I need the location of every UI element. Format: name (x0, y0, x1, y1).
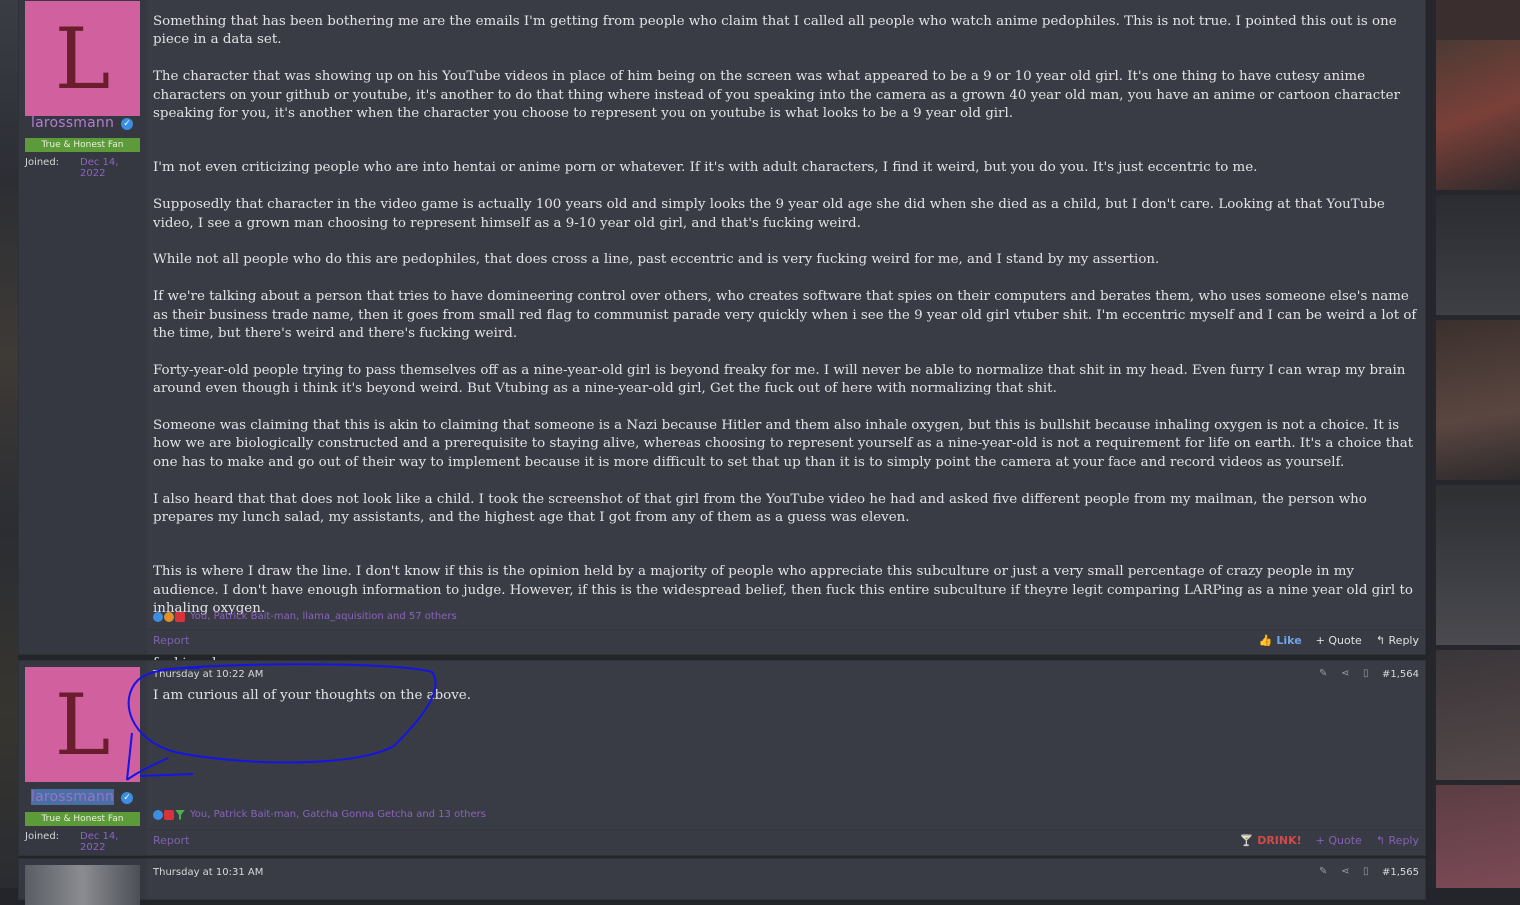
post-paragraph: The character that was showing up on his… (153, 69, 1400, 122)
post-paragraph: Something that has been bothering me are… (153, 14, 1397, 48)
username-link[interactable]: larossmann (31, 115, 114, 131)
drink-reaction-icon (175, 809, 185, 820)
background-right-strip (1428, 0, 1520, 888)
avatar-letter: L (54, 9, 111, 108)
joined-label: Joined: (25, 157, 60, 168)
post-number[interactable]: #1,564 (1382, 669, 1419, 680)
joined-date: Dec 14, 2022 (80, 831, 119, 853)
post-actions: 🍸 DRINK! + Quote ↰ Reply (1240, 834, 1419, 847)
verified-icon: ✓ (121, 792, 133, 804)
fire-reaction-icon (164, 611, 174, 622)
background-comic-panel (1436, 320, 1520, 480)
joined-label: Joined: (25, 831, 60, 842)
like-label: Like (1276, 634, 1302, 647)
red-reaction-icon (164, 809, 174, 820)
background-comic-panel (1436, 40, 1520, 190)
post-paragraph: While not all people who do this are ped… (153, 252, 1160, 268)
drink-button[interactable]: 🍸 DRINK! (1240, 834, 1302, 847)
reactions-summary[interactable]: You, Patrick Bait-man, Gatcha Gonna Getc… (153, 809, 486, 820)
reply-label: Reply (1388, 634, 1419, 647)
edit-icon[interactable]: ✎ (1319, 668, 1327, 679)
quote-button[interactable]: + Quote (1316, 834, 1362, 847)
verified-icon: ✓ (121, 118, 133, 130)
reactions-users[interactable]: You, Patrick Bait-man, llama_aquisition … (190, 611, 457, 622)
avatar-letter: L (54, 675, 111, 774)
like-reaction-icon (153, 611, 163, 622)
background-comic-panel (1436, 195, 1520, 315)
post-body: Something that has been bothering me are… (153, 13, 1421, 692)
reply-icon: ↰ (1375, 634, 1386, 647)
post-paragraph: Supposedly that character in the video g… (153, 197, 1385, 231)
avatar[interactable] (25, 865, 140, 905)
post-footer: Report 👍 Like + Quote ↰ Reply (147, 629, 1425, 652)
report-link[interactable]: Report (153, 834, 189, 847)
post-user-sidebar: L larossmann ✓ True & Honest Fan Joined:… (19, 0, 147, 654)
post-number[interactable]: #1,565 (1382, 867, 1419, 878)
edit-icon[interactable]: ✎ (1319, 866, 1327, 877)
quote-button[interactable]: + Quote (1316, 634, 1362, 647)
background-left-strip (0, 0, 18, 888)
reactions-users[interactable]: You, Patrick Bait-man, Gatcha Gonna Getc… (190, 809, 486, 820)
forum-post: L larossmann ✓ True & Honest Fan Joined:… (18, 660, 1426, 856)
post-paragraph: I also heard that that does not look lik… (153, 491, 1367, 526)
forum-post: L larossmann ✓ True & Honest Fan Joined:… (18, 0, 1426, 671)
username-link[interactable]: larossmann (31, 789, 115, 805)
reply-button[interactable]: ↰ Reply (1376, 834, 1419, 847)
red-reaction-icon (175, 611, 185, 622)
report-link[interactable]: Report (153, 634, 189, 647)
like-icon: 👍 (1258, 634, 1273, 647)
reactions-summary[interactable]: You, Patrick Bait-man, llama_aquisition … (153, 611, 457, 622)
user-title-badge: True & Honest Fan (25, 812, 140, 826)
post-paragraph: Forty-year-old people trying to pass the… (153, 362, 1406, 397)
user-title-badge: True & Honest Fan (25, 138, 140, 152)
post-footer: Report 🍸 DRINK! + Quote ↰ Reply (147, 829, 1425, 852)
bookmark-icon[interactable]: ▯ (1363, 866, 1369, 877)
post-user-sidebar: L larossmann ✓ True & Honest Fan Joined:… (19, 661, 147, 855)
reply-button[interactable]: ↰ Reply (1376, 634, 1419, 647)
post-paragraph: I am curious all of your thoughts on the… (153, 688, 471, 703)
drink-label: DRINK! (1257, 834, 1302, 847)
background-comic-panel (1436, 485, 1520, 645)
drink-icon: 🍸 (1239, 834, 1254, 847)
post-user-sidebar (19, 859, 147, 905)
background-comic-panel (1436, 650, 1520, 780)
joined-date: Dec 14, 2022 (80, 157, 119, 179)
like-button[interactable]: 👍 Like (1259, 634, 1302, 647)
post-body: I am curious all of your thoughts on the… (153, 687, 1421, 724)
forum-post: Thursday at 10:31 AM ✎ ⋖ ▯ #1,565 (18, 858, 1426, 905)
post-timestamp[interactable]: Thursday at 10:22 AM (153, 669, 263, 680)
post-paragraph: If we're talking about a person that tri… (153, 289, 1417, 342)
post-paragraph: I'm not even criticizing people who are … (153, 160, 1258, 176)
post-actions: 👍 Like + Quote ↰ Reply (1259, 634, 1419, 647)
reply-label: Reply (1388, 834, 1419, 847)
post-timestamp[interactable]: Thursday at 10:31 AM (153, 867, 263, 878)
reply-icon: ↰ (1375, 834, 1386, 847)
post-paragraph: Someone was claiming that this is akin t… (153, 418, 1414, 470)
share-icon[interactable]: ⋖ (1341, 866, 1349, 877)
background-comic-panel (1436, 785, 1520, 888)
bookmark-icon[interactable]: ▯ (1363, 668, 1369, 679)
share-icon[interactable]: ⋖ (1341, 668, 1349, 679)
avatar[interactable]: L (25, 1, 140, 116)
like-reaction-icon (153, 809, 163, 820)
avatar[interactable]: L (25, 667, 140, 782)
